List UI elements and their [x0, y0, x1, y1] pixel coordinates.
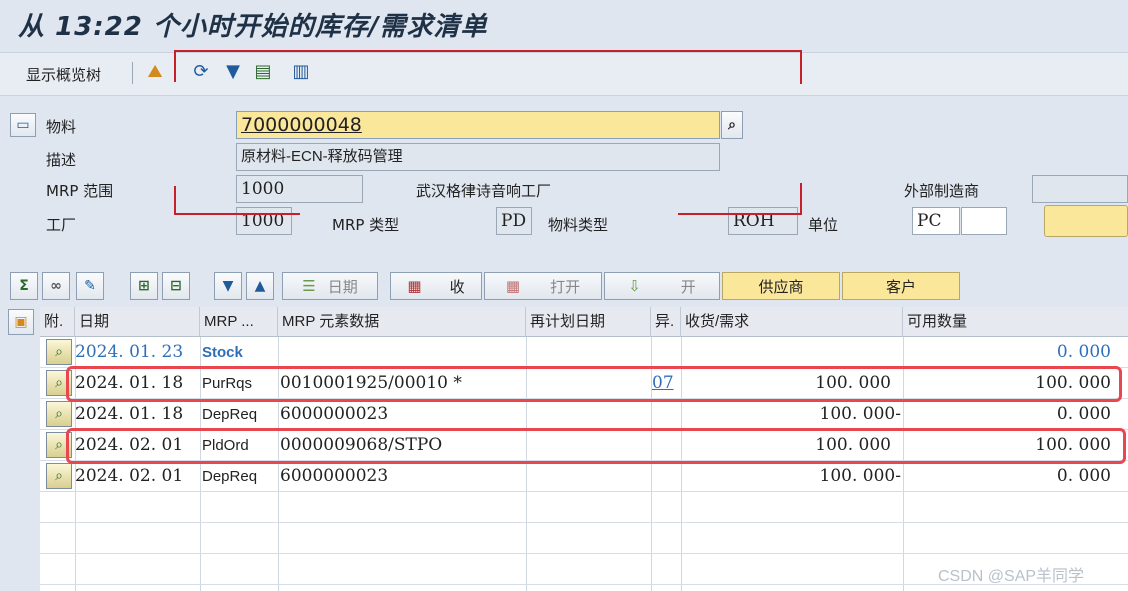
annotation-line [174, 186, 176, 214]
magnify-icon[interactable]: ⌕ [46, 401, 72, 427]
row-mrp-element: DepReq [202, 468, 258, 485]
watermark: CSDN @SAP羊同学 [938, 568, 1085, 585]
external-manufacturer-label: 外部制造商 [904, 182, 980, 200]
page-title: 从 13:22 个小时开始的库存/需求清单 [18, 12, 488, 42]
mountain-icon[interactable]: ⛰ [144, 60, 166, 82]
calendar-icon: ☰ [302, 277, 316, 295]
column-header-available-qty[interactable]: 可用数量 [903, 307, 1128, 337]
tree-collapse-icon[interactable]: ⊟ [162, 272, 190, 300]
mrp-type-field: PD [496, 207, 532, 235]
plant-label: 工厂 [46, 216, 77, 234]
unit-label: 单位 [808, 216, 839, 234]
table-row-empty [40, 523, 1128, 554]
description-field: 原材料-ECN-释放码管理 [236, 143, 720, 171]
tree-expand-icon[interactable]: ⊞ [130, 272, 158, 300]
customer-button[interactable]: 客户 [842, 272, 960, 300]
column-header-reschedule-date[interactable]: 再计划日期 [526, 307, 651, 337]
external-manufacturer-field [1032, 175, 1128, 203]
column-header-mrp-element-data[interactable]: MRP 元素数据 [278, 307, 526, 337]
magnify-icon[interactable]: ⌕ [46, 339, 72, 365]
material-type-label: 物料类型 [548, 216, 609, 234]
row-date: 2024. 01. 23 [75, 342, 184, 362]
layout-icon[interactable]: ▣ [8, 309, 34, 335]
row-receipt-qty: 100. 000- [819, 466, 901, 486]
table-row[interactable]: 2024. 01. 23 Stock 0. 000 [40, 337, 1128, 368]
description-label: 描述 [46, 151, 77, 169]
row-available-qty: 0. 000 [1056, 342, 1111, 362]
column-header-date[interactable]: 日期 [75, 307, 200, 337]
row-receipt-qty: 100. 000- [819, 404, 901, 424]
receipt-icon: ▦ [407, 277, 422, 295]
row-date: 2024. 02. 01 [75, 466, 184, 486]
header-action-button[interactable] [1044, 205, 1128, 237]
open2-button[interactable]: ⇩ 开 [604, 272, 720, 300]
row-mrp-element: Stock [202, 344, 243, 361]
sum-icon[interactable]: Σ [10, 272, 38, 300]
column-header-attachment[interactable]: 附. [40, 307, 75, 337]
row-available-qty: 0. 000 [1056, 466, 1111, 486]
table-row-empty [40, 492, 1128, 523]
material-type-field: ROH [728, 207, 798, 235]
document-arrow-icon: ⇩ [628, 277, 641, 295]
annotation-line [800, 183, 802, 215]
row-date: 2024. 01. 18 [75, 404, 184, 424]
column-header-exception[interactable]: 异. [651, 307, 681, 337]
receipt-button[interactable]: ▦ 收 [390, 272, 482, 300]
material-label: 物料 [46, 118, 77, 136]
table-row[interactable]: 2024. 02. 01 DepReq 6000000023 100. 000-… [40, 461, 1128, 492]
row-mrp-element: DepReq [202, 406, 258, 423]
annotation-line [174, 213, 300, 215]
mrp-area-text: 武汉格律诗音响工厂 [416, 182, 552, 200]
column-header-mrp-element[interactable]: MRP ... [200, 307, 278, 337]
annotation-line [174, 50, 176, 82]
table-row[interactable]: 2024. 01. 18 DepReq 6000000023 100. 000-… [40, 399, 1128, 430]
glasses-icon[interactable]: ∞ [42, 272, 70, 300]
unit-extra-field [961, 207, 1007, 235]
open-button[interactable]: ▦ 打开 [484, 272, 602, 300]
annotation-line [174, 50, 802, 52]
highlight-box [66, 428, 1126, 464]
annotation-line [800, 50, 802, 84]
document-icon[interactable]: ▤ [252, 60, 274, 82]
mrp-area-label: MRP 范围 [46, 182, 114, 200]
plant-field: 1000 [236, 207, 292, 235]
column-header-receipt-requirement[interactable]: 收货/需求 [681, 307, 903, 337]
row-available-qty: 0. 000 [1056, 404, 1111, 424]
filter-icon[interactable]: ▼ [222, 60, 244, 82]
export-icon[interactable]: ▥ [290, 60, 312, 82]
pencil-icon[interactable]: ✎ [76, 272, 104, 300]
expand-header-icon[interactable]: ▭ [10, 113, 36, 137]
unit-field: PC [912, 207, 960, 235]
open-icon: ▦ [505, 277, 521, 295]
supplier-button[interactable]: 供应商 [722, 272, 840, 300]
row-mrp-element-data: 6000000023 [280, 404, 389, 424]
highlight-box [66, 366, 1122, 402]
toolbar [0, 52, 1128, 96]
toolbar-separator [132, 62, 133, 84]
row-mrp-element-data: 6000000023 [280, 466, 389, 486]
date-button[interactable]: ☰ 日期 [282, 272, 378, 300]
refresh-icon[interactable]: ⟳ [190, 60, 212, 82]
annotation-line [678, 213, 802, 215]
mrp-area-field: 1000 [236, 175, 363, 203]
sort-down-icon[interactable]: ▼ [214, 272, 242, 300]
show-overview-tree-button[interactable]: 显示概览树 [26, 64, 101, 85]
search-icon[interactable]: ⌕ [721, 111, 743, 139]
magnify-icon[interactable]: ⌕ [46, 463, 72, 489]
sort-up-icon[interactable]: ▲ [246, 272, 274, 300]
mrp-type-label: MRP 类型 [332, 216, 400, 234]
material-field[interactable]: 7000000048 [236, 111, 720, 139]
